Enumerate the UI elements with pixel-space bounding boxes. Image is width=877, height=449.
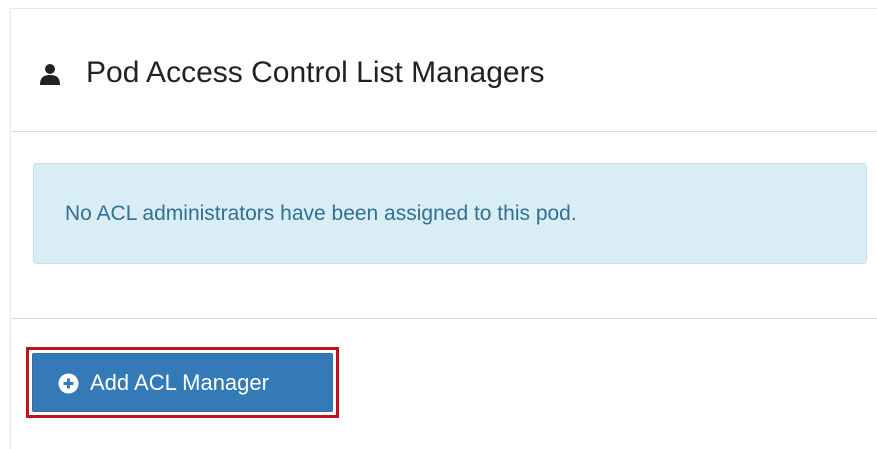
add-button-label: Add ACL Manager: [90, 370, 269, 395]
acl-managers-panel: Pod Access Control List Managers No ACL …: [10, 8, 877, 449]
alert-message: No ACL administrators have been assigned…: [65, 202, 577, 225]
panel-heading: Pod Access Control List Managers: [11, 9, 877, 132]
button-highlight-box: Add ACL Manager: [26, 347, 339, 418]
panel-title: Pod Access Control List Managers: [86, 56, 545, 89]
empty-state-alert: No ACL administrators have been assigned…: [33, 163, 867, 264]
plus-circle-icon: [58, 373, 79, 394]
panel-body: No ACL administrators have been assigned…: [11, 132, 877, 319]
panel-footer: Add ACL Manager: [11, 319, 877, 449]
user-icon: [40, 64, 60, 85]
add-acl-manager-button[interactable]: Add ACL Manager: [32, 353, 333, 412]
